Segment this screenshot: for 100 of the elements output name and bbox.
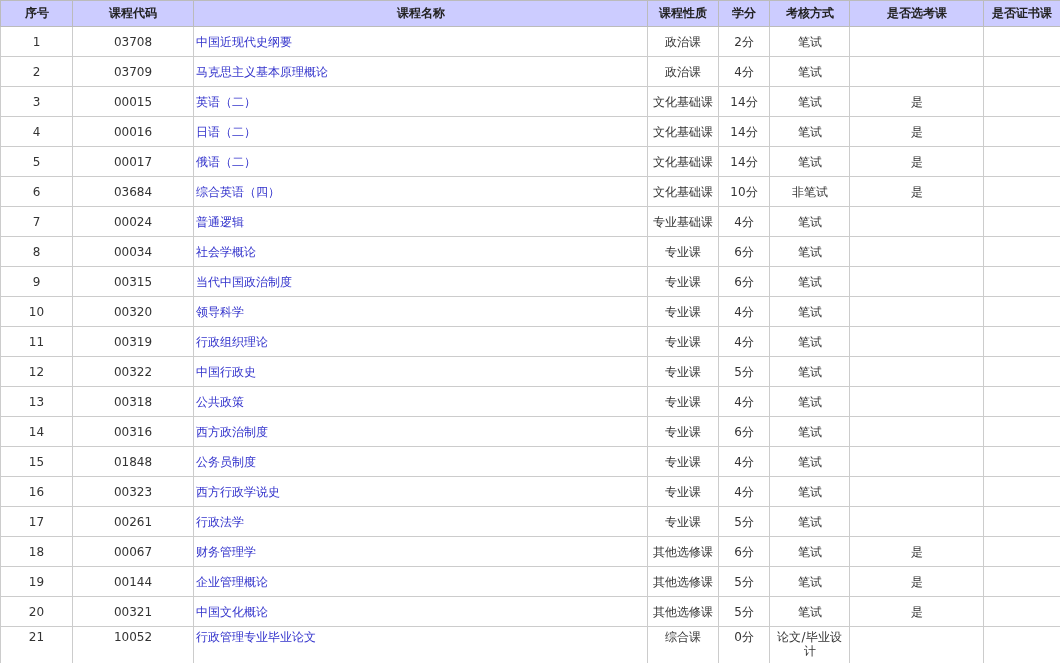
table-cell: 笔试 xyxy=(769,266,850,297)
table-cell: 非笔试 xyxy=(769,176,850,207)
table-cell: 6 xyxy=(0,176,73,207)
table-cell: 专业课 xyxy=(647,446,719,477)
table-cell: 03708 xyxy=(72,26,194,57)
table-cell: 10 xyxy=(0,296,73,327)
course-link[interactable]: 俄语（二） xyxy=(196,154,256,169)
table-cell: 政治课 xyxy=(647,56,719,87)
course-link[interactable]: 社会学概论 xyxy=(196,244,256,259)
course-link[interactable]: 行政管理专业毕业论文 xyxy=(196,630,316,644)
course-link[interactable]: 中国近现代史纲要 xyxy=(196,34,292,49)
table-cell: 是 xyxy=(849,596,984,627)
table-cell: 14分 xyxy=(718,146,770,177)
table-cell: 00320 xyxy=(72,296,194,327)
table-cell: 9 xyxy=(0,266,73,297)
table-cell: 笔试 xyxy=(769,236,850,267)
table-cell: 专业课 xyxy=(647,476,719,507)
table-cell: 03684 xyxy=(72,176,194,207)
table-cell: 专业课 xyxy=(647,356,719,387)
course-link[interactable]: 公务员制度 xyxy=(196,454,256,469)
table-cell: 19 xyxy=(0,566,73,597)
table-cell: 17 xyxy=(0,506,73,537)
column-header: 考核方式 xyxy=(769,0,850,27)
table-cell: 专业课 xyxy=(647,386,719,417)
course-link[interactable]: 综合英语（四） xyxy=(196,184,280,199)
table-cell: 5分 xyxy=(718,596,770,627)
course-link[interactable]: 马克思主义基本原理概论 xyxy=(196,64,328,79)
table-cell: 专业课 xyxy=(647,416,719,447)
table-cell: 00321 xyxy=(72,596,194,627)
column-header: 序号 xyxy=(0,0,73,27)
table-cell: 21 xyxy=(0,626,73,663)
table-cell: 文化基础课 xyxy=(647,176,719,207)
table-cell: 7 xyxy=(0,206,73,237)
table-cell: 笔试 xyxy=(769,206,850,237)
table-cell: 4分 xyxy=(718,476,770,507)
table-cell: 3 xyxy=(0,86,73,117)
table-cell: 笔试 xyxy=(769,56,850,87)
table-cell: 5 xyxy=(0,146,73,177)
table-cell: 00067 xyxy=(72,536,194,567)
course-link[interactable]: 行政法学 xyxy=(196,514,244,529)
course-link[interactable]: 西方行政学说史 xyxy=(196,484,280,499)
course-link[interactable]: 普通逻辑 xyxy=(196,214,244,229)
table-cell: 00315 xyxy=(72,266,194,297)
table-cell: 8 xyxy=(0,236,73,267)
table-cell: 笔试 xyxy=(769,446,850,477)
course-link[interactable]: 当代中国政治制度 xyxy=(196,274,292,289)
table-cell: 4分 xyxy=(718,386,770,417)
table-cell: 笔试 xyxy=(769,596,850,627)
table-cell: 00034 xyxy=(72,236,194,267)
table-cell: 00015 xyxy=(72,86,194,117)
course-link[interactable]: 行政组织理论 xyxy=(196,334,268,349)
table-cell: 专业课 xyxy=(647,296,719,327)
table-cell: 6分 xyxy=(718,536,770,567)
table-cell: 4分 xyxy=(718,56,770,87)
course-link[interactable]: 财务管理学 xyxy=(196,544,256,559)
table-cell: 00144 xyxy=(72,566,194,597)
course-link[interactable]: 领导科学 xyxy=(196,304,244,319)
table-cell: 其他选修课 xyxy=(647,536,719,567)
table-cell: 笔试 xyxy=(769,296,850,327)
course-link[interactable]: 日语（二） xyxy=(196,124,256,139)
table-cell: 00024 xyxy=(72,206,194,237)
table-cell: 笔试 xyxy=(769,86,850,117)
table-cell: 政治课 xyxy=(647,26,719,57)
table-cell: 笔试 xyxy=(769,536,850,567)
course-link[interactable]: 中国行政史 xyxy=(196,364,256,379)
course-link[interactable]: 中国文化概论 xyxy=(196,604,268,619)
column-header: 是否选考课 xyxy=(849,0,984,27)
table-cell: 其他选修课 xyxy=(647,566,719,597)
table-cell: 2分 xyxy=(718,26,770,57)
table-cell: 18 xyxy=(0,536,73,567)
table-cell: 是 xyxy=(849,566,984,597)
table-cell: 是 xyxy=(849,536,984,567)
table-cell: 笔试 xyxy=(769,566,850,597)
table-cell: 00261 xyxy=(72,506,194,537)
table-cell: 00017 xyxy=(72,146,194,177)
course-link[interactable]: 企业管理概论 xyxy=(196,574,268,589)
table-cell: 4分 xyxy=(718,326,770,357)
table-cell: 00323 xyxy=(72,476,194,507)
table-cell: 5分 xyxy=(718,506,770,537)
table-cell: 文化基础课 xyxy=(647,86,719,117)
table-cell: 1 xyxy=(0,26,73,57)
course-link[interactable]: 西方政治制度 xyxy=(196,424,268,439)
table-cell: 4 xyxy=(0,116,73,147)
table-cell: 4分 xyxy=(718,206,770,237)
table-cell: 笔试 xyxy=(769,416,850,447)
table-cell: 14分 xyxy=(718,116,770,147)
table-cell: 10分 xyxy=(718,176,770,207)
table-cell: 00322 xyxy=(72,356,194,387)
table-cell: 笔试 xyxy=(769,356,850,387)
course-link[interactable]: 公共政策 xyxy=(196,394,244,409)
table-cell: 03709 xyxy=(72,56,194,87)
table-cell: 是 xyxy=(849,146,984,177)
table-cell: 00316 xyxy=(72,416,194,447)
column-header: 课程性质 xyxy=(647,0,719,27)
table-cell: 6分 xyxy=(718,416,770,447)
course-link[interactable]: 英语（二） xyxy=(196,94,256,109)
table-cell: 13 xyxy=(0,386,73,417)
table-cell: 专业课 xyxy=(647,266,719,297)
table-cell: 专业课 xyxy=(647,506,719,537)
table-cell: 专业课 xyxy=(647,326,719,357)
